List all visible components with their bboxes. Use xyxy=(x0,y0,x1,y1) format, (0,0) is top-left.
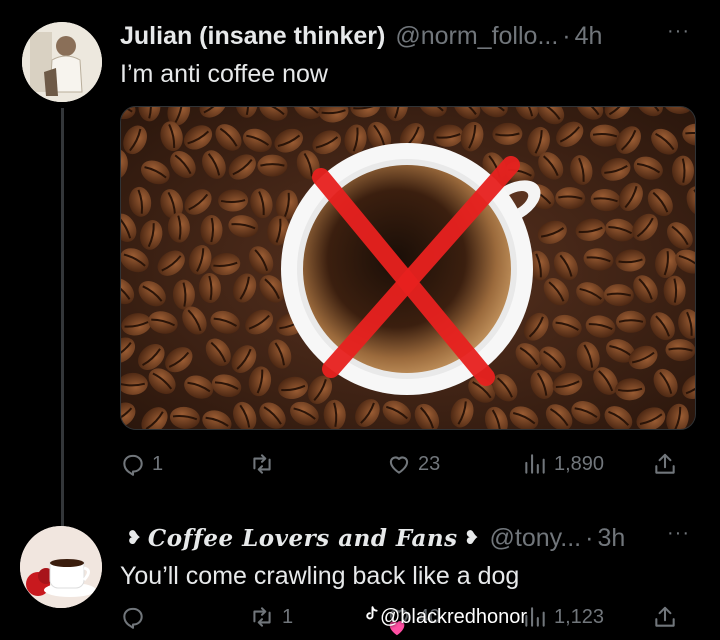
retweet-icon xyxy=(248,451,276,477)
author-handle[interactable]: @tony... xyxy=(490,524,582,553)
retweet-button[interactable]: 1 xyxy=(248,604,293,630)
retweet-icon xyxy=(248,604,276,630)
tiktok-icon xyxy=(362,604,380,630)
separator-dot: · xyxy=(562,21,571,50)
author-display-name[interactable]: Julian (insane thinker) xyxy=(120,22,385,51)
avatar-julian[interactable] xyxy=(22,22,102,102)
reply-button[interactable]: 1 xyxy=(120,451,163,477)
tweet-text: You’ll come crawling back like a dog xyxy=(120,562,520,590)
timestamp[interactable]: 3h xyxy=(597,524,625,553)
share-icon xyxy=(652,604,678,630)
tweet1-action-bar: 1 23 1,890 xyxy=(120,445,696,485)
reply-icon xyxy=(120,451,146,477)
views-button[interactable]: 1,123 xyxy=(522,604,604,630)
retweet-button[interactable] xyxy=(248,451,282,477)
author-display-name[interactable]: Coffee Lovers and Fans xyxy=(148,525,458,552)
more-dots-icon[interactable]: ··· xyxy=(667,522,690,545)
tweet-media-image[interactable] xyxy=(120,106,696,430)
views-count: 1,123 xyxy=(554,605,605,628)
tweet2-header: ❥ Coffee Lovers and Fans ❥ @tony... · 3h xyxy=(120,520,625,556)
tiktok-watermark: @blackredhonor xyxy=(362,604,527,630)
thread-connector-line xyxy=(61,108,64,528)
like-count: 23 xyxy=(418,452,441,475)
share-button[interactable] xyxy=(652,451,678,477)
coffee-cup-crossed-out-image xyxy=(121,107,695,429)
more-dots-icon[interactable]: ··· xyxy=(667,20,690,43)
separator-dot: · xyxy=(585,523,594,552)
author-handle[interactable]: @norm_follo... xyxy=(395,22,558,51)
views-button[interactable]: 1,890 xyxy=(522,451,604,477)
watermark-text: @blackredhonor xyxy=(380,605,528,628)
tweet-text: I’m anti coffee now xyxy=(120,60,328,88)
share-icon xyxy=(652,451,678,477)
heart-icon xyxy=(386,451,412,477)
avatar-coffee-lovers[interactable] xyxy=(20,526,102,608)
reply-count: 1 xyxy=(152,452,164,475)
like-button[interactable]: 23 xyxy=(386,451,440,477)
tweet1-header: Julian (insane thinker) @norm_follo... ·… xyxy=(120,18,602,54)
share-button[interactable] xyxy=(652,604,678,630)
reply-icon xyxy=(120,604,146,630)
retweet-count: 1 xyxy=(282,605,294,628)
views-chart-icon xyxy=(522,451,548,477)
decorative-heart-arrow-left: ❥ xyxy=(126,527,142,549)
timestamp[interactable]: 4h xyxy=(575,22,603,51)
decorative-heart-arrow-right: ❥ xyxy=(463,527,480,549)
views-count: 1,890 xyxy=(554,452,605,475)
reply-button[interactable] xyxy=(120,604,152,630)
